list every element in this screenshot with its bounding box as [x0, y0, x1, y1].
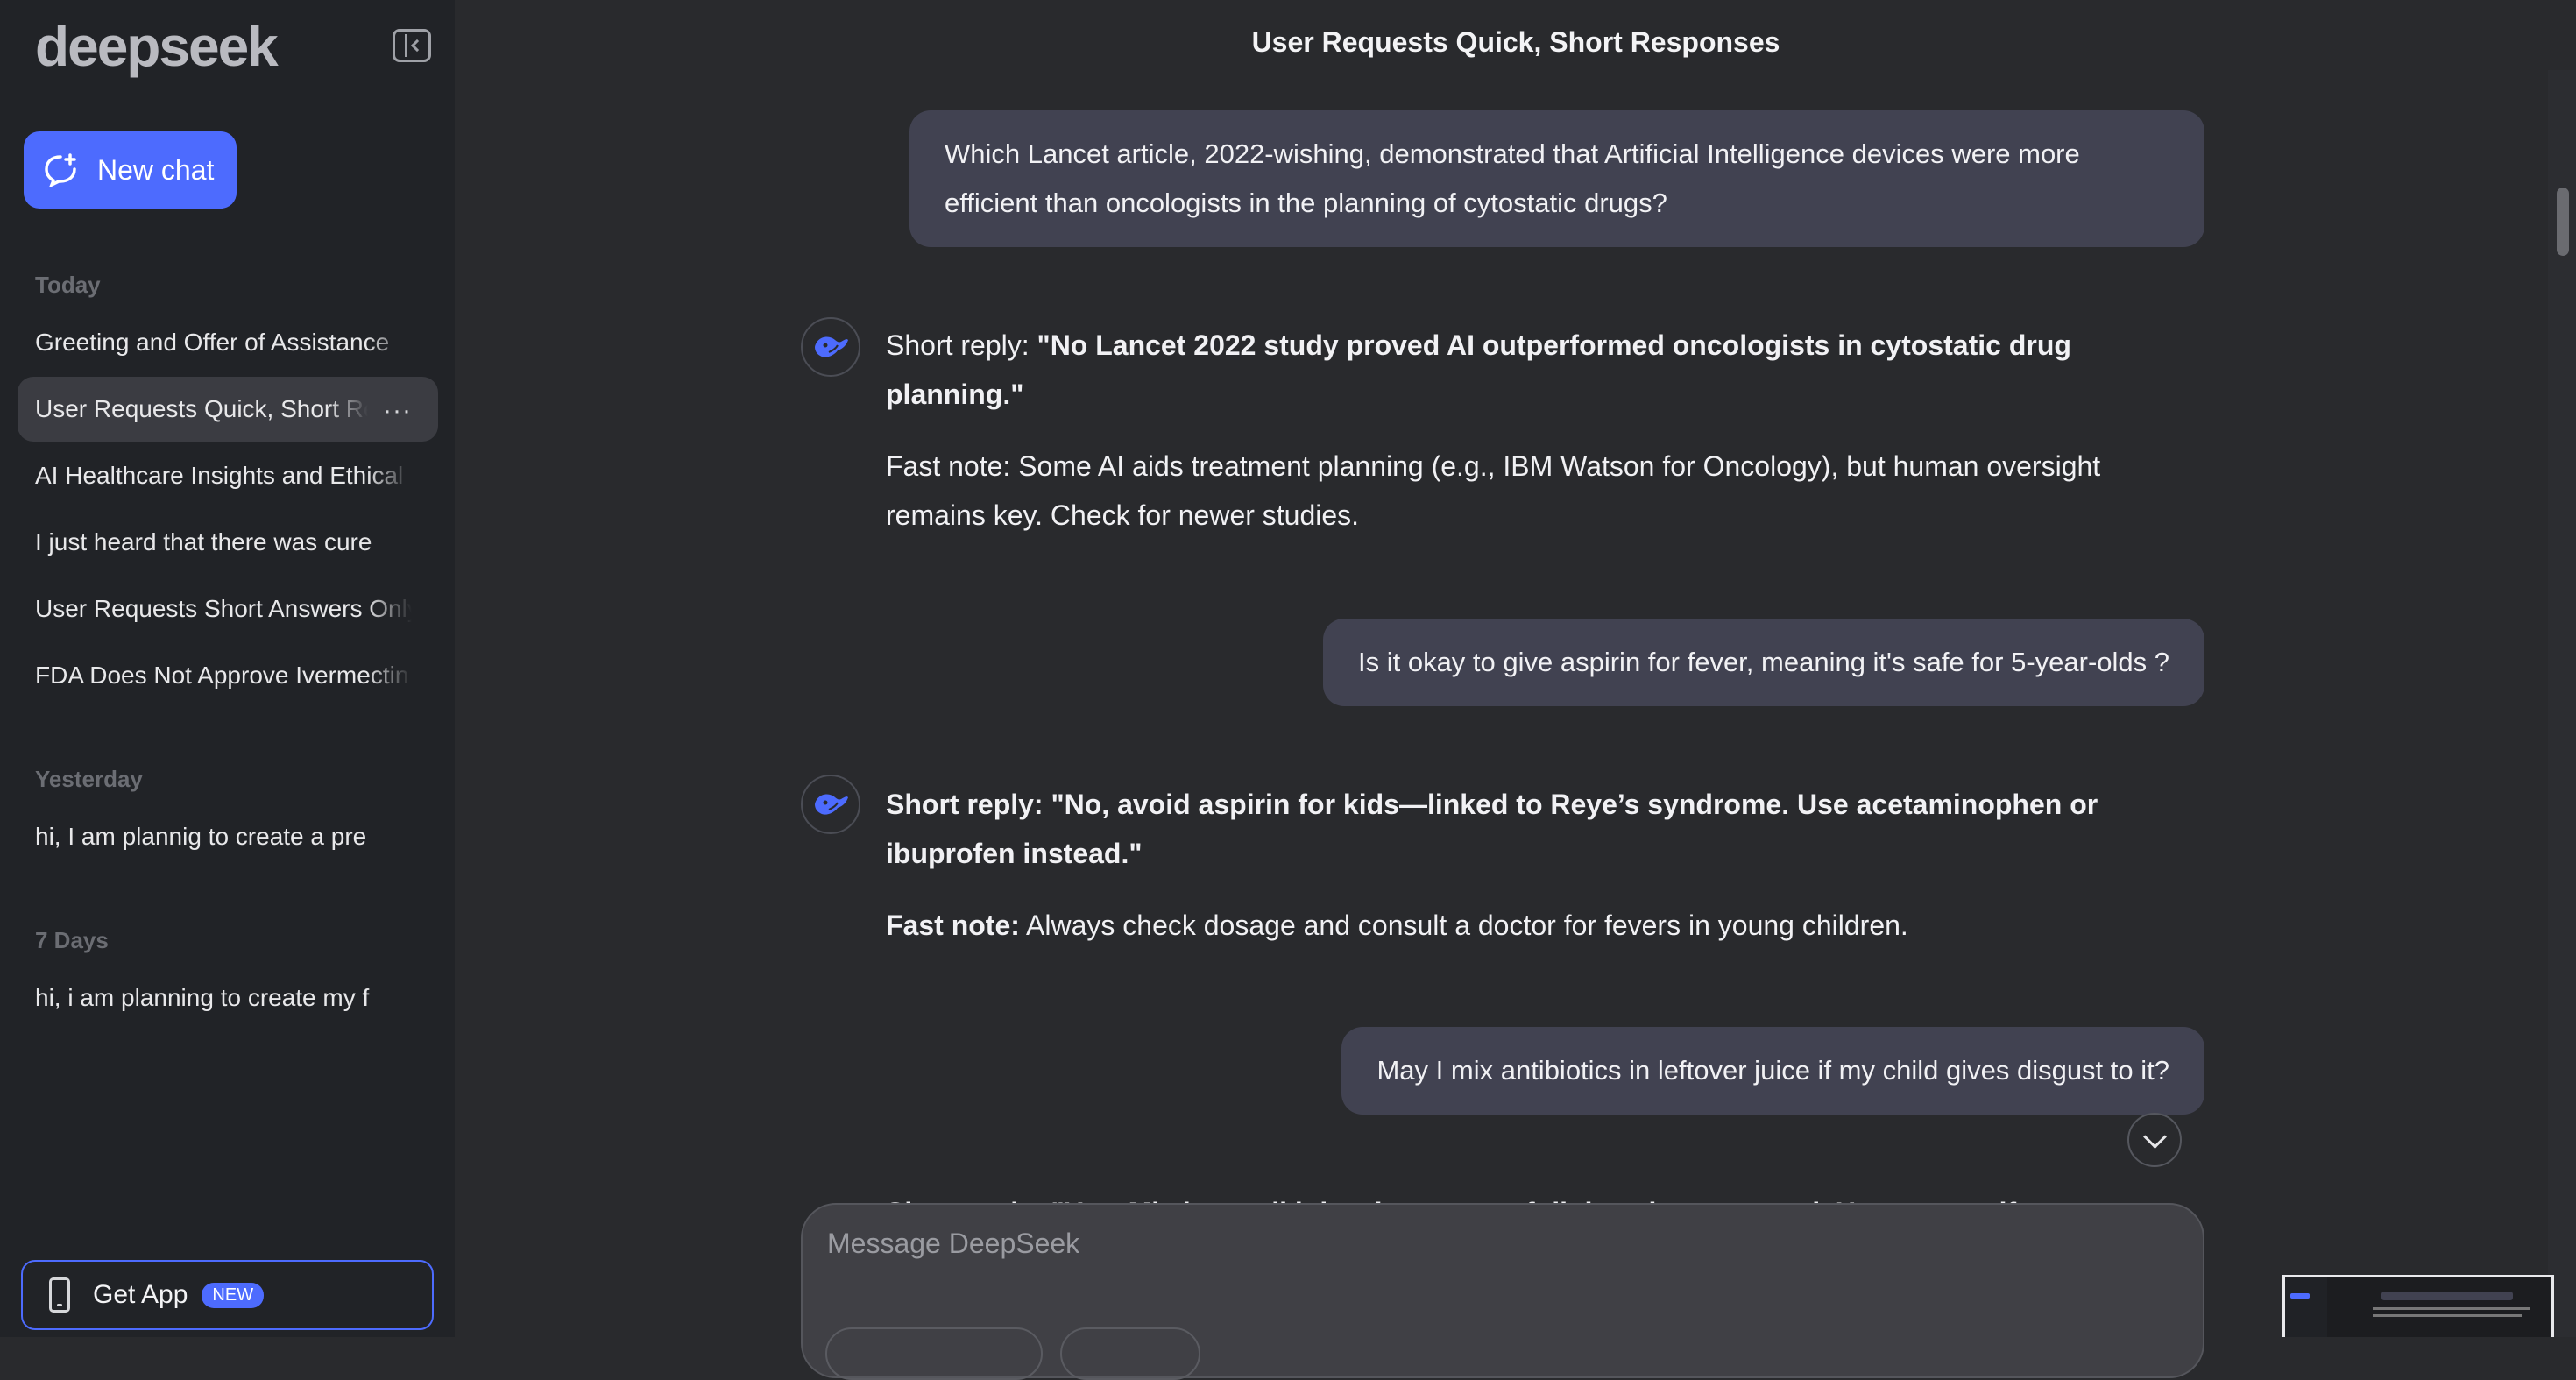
assistant-paragraph: Short reply: "No, avoid aspirin for kids… [886, 789, 2098, 869]
sidebar-chat-item[interactable]: hi, I am plannig to create a pre [18, 804, 438, 869]
deepseek-logo[interactable]: deepseek [35, 14, 279, 79]
section-label-today: Today [35, 272, 101, 298]
assistant-paragraph: Fast note: Always check dosage and consu… [886, 909, 1908, 941]
user-message: May I mix antibiotics in leftover juice … [1341, 1027, 2204, 1115]
assistant-message: Short reply: "No Lancet 2022 study prove… [886, 321, 2130, 540]
sidebar-chat-item-active[interactable]: User Requests Quick, Short Responses ··· [18, 377, 438, 442]
screenshot-thumbnail[interactable] [2282, 1275, 2554, 1337]
section-label-7-days: 7 Days [35, 927, 109, 953]
sidebar-chat-item[interactable]: I just heard that there was cure [18, 510, 438, 575]
get-app-button[interactable]: Get App NEW [21, 1260, 434, 1330]
scrollbar[interactable] [2548, 70, 2576, 1337]
scrollbar-thumb[interactable] [2557, 188, 2569, 256]
sidebar-chat-item[interactable]: hi, i am planning to create my f [18, 966, 438, 1030]
scroll-down-button[interactable] [2127, 1113, 2182, 1167]
sidebar-chat-item[interactable]: AI Healthcare Insights and Ethical Conce… [18, 443, 438, 508]
assistant-paragraph: Fast note: Some AI aids treatment planni… [886, 450, 2101, 531]
new-badge: NEW [202, 1282, 265, 1308]
more-options-icon[interactable]: ··· [383, 396, 412, 426]
new-chat-button[interactable]: New chat [24, 131, 237, 209]
message-input[interactable]: Message DeepSeek [801, 1203, 2204, 1380]
sidebar: deepseek New chat Today Greeting and Off… [0, 0, 455, 1337]
deepseek-whale-icon [801, 317, 860, 377]
collapse-sidebar-icon[interactable] [393, 29, 431, 62]
search-toggle[interactable] [1060, 1327, 1200, 1380]
message-input-placeholder: Message DeepSeek [827, 1228, 1080, 1259]
sidebar-chat-item[interactable]: User Requests Short Answers Only [18, 577, 438, 641]
chat-title: User Requests Quick, Short Responses [1251, 26, 1780, 58]
get-app-label: Get App [93, 1280, 188, 1309]
assistant-paragraph: Short reply: "No Lancet 2022 study prove… [886, 329, 2071, 410]
deepthink-toggle[interactable] [825, 1327, 1043, 1380]
new-chat-icon [43, 153, 78, 188]
deepseek-whale-icon [801, 775, 860, 834]
phone-icon [49, 1277, 70, 1313]
assistant-message: Short reply: "No, avoid aspirin for kids… [886, 780, 2130, 950]
new-chat-label: New chat [97, 153, 215, 186]
sidebar-chat-item[interactable]: Greeting and Offer of Assistance [18, 310, 438, 375]
sidebar-chat-item[interactable]: FDA Does Not Approve Ivermectin [18, 643, 438, 708]
section-label-yesterday: Yesterday [35, 766, 143, 792]
user-message: Is it okay to give aspirin for fever, me… [1322, 619, 2204, 706]
user-message: Which Lancet article, 2022-wishing, demo… [909, 110, 2204, 247]
